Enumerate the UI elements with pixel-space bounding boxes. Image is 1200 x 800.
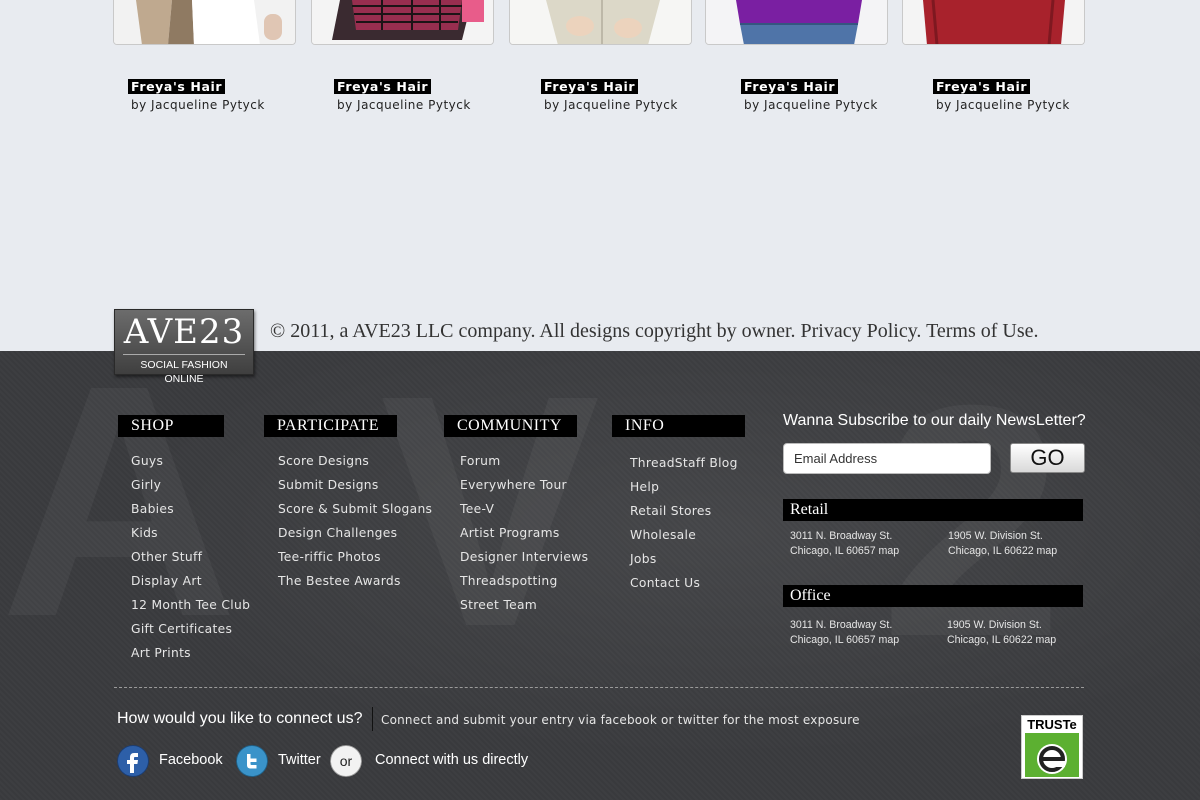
office-address-1-city[interactable]: Chicago, IL 60657 map <box>790 633 899 648</box>
product-title[interactable]: Freya's Hair <box>541 79 639 94</box>
product-title[interactable]: Freya's Hair <box>933 79 1031 94</box>
product-image <box>903 0 1084 44</box>
logo-tagline: SOCIAL FASHION ONLINE <box>123 354 245 386</box>
community-link-tee-v[interactable]: Tee-V <box>460 501 588 525</box>
retail-address-2-street: 1905 W. Division St. <box>948 530 1043 542</box>
office-heading: Office <box>783 585 1083 607</box>
community-link-artist-programs[interactable]: Artist Programs <box>460 525 588 549</box>
truste-badge[interactable]: TRUSTe <box>1021 715 1083 779</box>
product-author[interactable]: by Jacqueline Pytyck <box>131 98 265 112</box>
product-meta: Freya's Hair by Jacqueline Pytyck <box>541 76 678 112</box>
office-address-2-city[interactable]: Chicago, IL 60622 map <box>947 633 1056 648</box>
product-meta: Freya's Hair by Jacqueline Pytyck <box>128 76 265 112</box>
shop-link-art-prints[interactable]: Art Prints <box>131 645 250 669</box>
product-thumbnail[interactable] <box>311 0 494 45</box>
community-link-forum[interactable]: Forum <box>460 453 588 477</box>
product-author[interactable]: by Jacqueline Pytyck <box>744 98 878 112</box>
site-logo[interactable]: AVE23 SOCIAL FASHION ONLINE <box>114 309 254 385</box>
shop-link-kids[interactable]: Kids <box>131 525 250 549</box>
copyright-text: © 2011, a AVE23 LLC company. All designs… <box>270 320 1039 342</box>
truste-seal-icon <box>1025 733 1079 777</box>
retail-address-1-city[interactable]: Chicago, IL 60657 map <box>790 544 899 559</box>
info-links: ThreadStaff Blog Help Retail Stores Whol… <box>630 455 738 599</box>
product-image <box>114 0 295 44</box>
community-link-everywhere-tour[interactable]: Everywhere Tour <box>460 477 588 501</box>
community-heading: COMMUNITY <box>444 415 577 437</box>
participate-link-slogans[interactable]: Score & Submit Slogans <box>278 501 432 525</box>
footer-divider <box>114 687 1084 688</box>
email-field[interactable] <box>783 443 991 474</box>
product-title[interactable]: Freya's Hair <box>334 79 432 94</box>
info-link-help[interactable]: Help <box>630 479 738 503</box>
product-thumbnail[interactable] <box>113 0 296 45</box>
facebook-label[interactable]: Facebook <box>159 752 223 768</box>
product-title[interactable]: Freya's Hair <box>128 79 226 94</box>
product-image <box>510 0 691 44</box>
or-badge: or <box>330 745 362 777</box>
product-thumbnail[interactable] <box>509 0 692 45</box>
participate-link-photos[interactable]: Tee-riffic Photos <box>278 549 432 573</box>
office-address-1: 3011 N. Broadway St. Chicago, IL 60657 m… <box>790 618 899 648</box>
shop-links: Guys Girly Babies Kids Other Stuff Displ… <box>131 453 250 669</box>
office-address-2-street: 1905 W. Division St. <box>947 619 1042 631</box>
shop-link-display-art[interactable]: Display Art <box>131 573 250 597</box>
facebook-icon[interactable] <box>117 745 149 777</box>
community-link-designer-interviews[interactable]: Designer Interviews <box>460 549 588 573</box>
office-address-2: 1905 W. Division St. Chicago, IL 60622 m… <box>947 618 1056 648</box>
connect-description: Connect and submit your entry via facebo… <box>381 713 860 727</box>
shop-heading: SHOP <box>118 415 224 437</box>
product-image <box>312 0 493 44</box>
office-address-1-street: 3011 N. Broadway St. <box>790 619 893 631</box>
info-link-contact-us[interactable]: Contact Us <box>630 575 738 599</box>
shop-link-other-stuff[interactable]: Other Stuff <box>131 549 250 573</box>
participate-link-score-designs[interactable]: Score Designs <box>278 453 432 477</box>
product-meta: Freya's Hair by Jacqueline Pytyck <box>334 76 471 112</box>
participate-links: Score Designs Submit Designs Score & Sub… <box>278 453 432 597</box>
shop-link-gift-certificates[interactable]: Gift Certificates <box>131 621 250 645</box>
info-link-blog[interactable]: ThreadStaff Blog <box>630 455 738 479</box>
twitter-icon[interactable] <box>236 745 268 777</box>
product-image <box>706 0 887 44</box>
product-meta: Freya's Hair by Jacqueline Pytyck <box>741 76 878 112</box>
info-link-jobs[interactable]: Jobs <box>630 551 738 575</box>
retail-heading: Retail <box>783 499 1083 521</box>
connect-question: How would you like to connect us? <box>117 710 363 727</box>
connect-separator <box>372 707 373 731</box>
shop-link-babies[interactable]: Babies <box>131 501 250 525</box>
participate-link-design-challenges[interactable]: Design Challenges <box>278 525 432 549</box>
connect-directly-link[interactable]: Connect with us directly <box>375 752 528 768</box>
shop-link-girly[interactable]: Girly <box>131 477 250 501</box>
product-thumbnail[interactable] <box>902 0 1085 45</box>
product-meta: Freya's Hair by Jacqueline Pytyck <box>933 76 1070 112</box>
logo-wordmark: AVE23 <box>123 312 245 352</box>
truste-label: TRUSTe <box>1027 717 1077 732</box>
retail-address-1-street: 3011 N. Broadway St. <box>790 530 893 542</box>
retail-address-1: 3011 N. Broadway St. Chicago, IL 60657 m… <box>790 529 899 559</box>
info-heading: INFO <box>612 415 745 437</box>
product-title[interactable]: Freya's Hair <box>741 79 839 94</box>
participate-heading: PARTICIPATE <box>264 415 397 437</box>
product-thumbnail[interactable] <box>705 0 888 45</box>
twitter-label[interactable]: Twitter <box>278 752 321 768</box>
participate-link-submit-designs[interactable]: Submit Designs <box>278 477 432 501</box>
product-author[interactable]: by Jacqueline Pytyck <box>337 98 471 112</box>
community-link-threadspotting[interactable]: Threadspotting <box>460 573 588 597</box>
product-author[interactable]: by Jacqueline Pytyck <box>936 98 1070 112</box>
product-author[interactable]: by Jacqueline Pytyck <box>544 98 678 112</box>
newsletter-heading: Wanna Subscribe to our daily NewsLetter? <box>783 412 1086 429</box>
retail-address-2-city[interactable]: Chicago, IL 60622 map <box>948 544 1057 559</box>
or-badge-text: or <box>340 753 353 769</box>
go-button[interactable]: GO <box>1010 443 1085 473</box>
shop-link-tee-club[interactable]: 12 Month Tee Club <box>131 597 250 621</box>
shop-link-guys[interactable]: Guys <box>131 453 250 477</box>
participate-link-bestee-awards[interactable]: The Bestee Awards <box>278 573 432 597</box>
product-grid: Freya's Hair by Jacqueline Pytyck Freya'… <box>0 0 1200 310</box>
info-link-wholesale[interactable]: Wholesale <box>630 527 738 551</box>
info-link-retail-stores[interactable]: Retail Stores <box>630 503 738 527</box>
community-links: Forum Everywhere Tour Tee-V Artist Progr… <box>460 453 588 621</box>
retail-address-2: 1905 W. Division St. Chicago, IL 60622 m… <box>948 529 1057 559</box>
community-link-street-team[interactable]: Street Team <box>460 597 588 621</box>
